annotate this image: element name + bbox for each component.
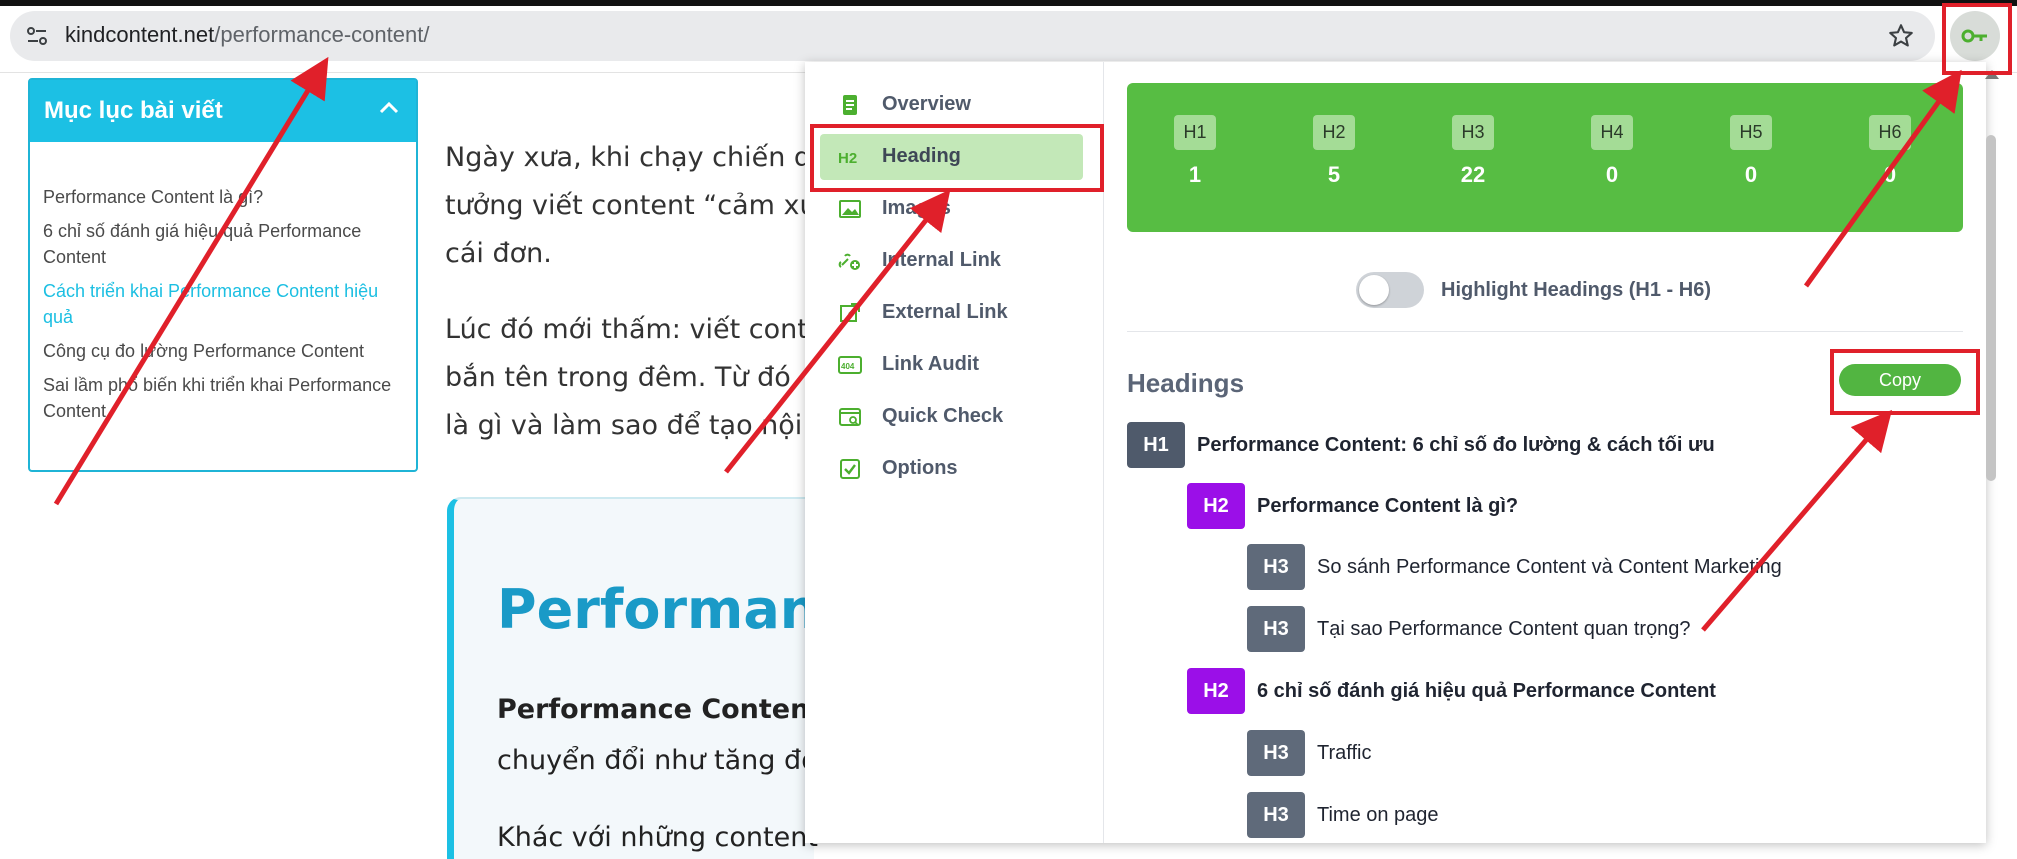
heading-text: 6 chỉ số đánh giá hiệu quả Performance C… bbox=[1257, 680, 1716, 702]
nav-item-quick-check[interactable]: Quick Check bbox=[820, 394, 1083, 440]
toc-title: Mục lục bài viết bbox=[44, 97, 223, 124]
heading-level-badge: H1 bbox=[1127, 422, 1185, 468]
heading-count-h4: H4 0 bbox=[1582, 115, 1642, 188]
heading-count-h1: H1 1 bbox=[1165, 115, 1225, 188]
nav-item-external-link[interactable]: External Link bbox=[820, 290, 1083, 336]
annotation-box-copy bbox=[1830, 349, 1980, 415]
heading-count: 1 bbox=[1188, 162, 1202, 187]
heading-level-badge: H3 bbox=[1247, 792, 1305, 838]
toc-item[interactable]: Công cụ đo lường Performance Content bbox=[43, 338, 403, 364]
article-intro-card bbox=[447, 497, 814, 859]
nav-label: Internal Link bbox=[882, 249, 1001, 271]
heading-level-badge: H3 bbox=[1247, 606, 1305, 652]
article-paragraph-line: là gì và làm sao để tạo nội du bbox=[445, 410, 846, 441]
chevron-up-icon[interactable] bbox=[378, 100, 400, 121]
heading-text: Performance Content là gì? bbox=[1257, 495, 1519, 517]
heading-count: 0 bbox=[1605, 162, 1619, 187]
heading-count: 5 bbox=[1327, 162, 1341, 187]
heading-count-h3: H3 22 bbox=[1443, 115, 1503, 188]
heading-text: Time on page bbox=[1317, 804, 1439, 826]
heading-count-h2: H2 5 bbox=[1304, 115, 1364, 188]
heading-level-tag: H2 bbox=[1313, 115, 1355, 150]
article-paragraph-line: bắn tên trong đêm. Từ đó, m bbox=[445, 362, 835, 393]
heading-count: 22 bbox=[1460, 162, 1486, 187]
heading-level-badge: H3 bbox=[1247, 730, 1305, 776]
image-icon bbox=[839, 200, 861, 218]
nav-item-options[interactable]: Options bbox=[820, 446, 1083, 492]
nav-label: Quick Check bbox=[882, 405, 1004, 427]
heading-count: 0 bbox=[1744, 162, 1758, 187]
highlight-headings-label: Highlight Headings (H1 - H6) bbox=[1441, 279, 1711, 301]
nav-label: Link Audit bbox=[882, 353, 980, 375]
article-paragraph-line: Lúc đó mới thấm: viết conten bbox=[445, 314, 842, 345]
scrollbar-thumb[interactable] bbox=[1986, 135, 1996, 481]
article-intro-line: Performance Content là bbox=[497, 694, 855, 725]
article-intro-line: chuyển đổi như tăng đơn bbox=[497, 745, 835, 776]
heading-level-tag: H3 bbox=[1452, 115, 1494, 150]
404-icon: 404 bbox=[838, 356, 862, 374]
article-paragraph-line: Ngày xưa, khi chạy chiến dịc bbox=[445, 142, 834, 173]
site-info-icon[interactable] bbox=[24, 23, 50, 49]
article-intro-line: Khác với những content bbox=[497, 822, 818, 853]
url-path: /performance-content/ bbox=[214, 22, 430, 47]
quick-check-icon bbox=[839, 408, 861, 426]
address-bar[interactable]: kindcontent.net/performance-content/ bbox=[10, 11, 1935, 61]
url-text[interactable]: kindcontent.net/performance-content/ bbox=[65, 22, 429, 48]
annotation-box-heading-tab bbox=[810, 124, 1104, 192]
heading-count: 0 bbox=[1883, 162, 1897, 187]
toc-item[interactable]: Performance Content là gì? bbox=[43, 184, 403, 210]
heading-count-h6: H6 0 bbox=[1860, 115, 1920, 188]
link-plus-icon bbox=[838, 253, 860, 270]
window-top-edge bbox=[0, 0, 2017, 6]
toggle-knob bbox=[1359, 275, 1389, 305]
toc-list: Performance Content là gì? 6 chỉ số đánh… bbox=[43, 184, 403, 432]
bookmark-star-icon[interactable] bbox=[1887, 22, 1915, 50]
heading-level-tag: H6 bbox=[1869, 115, 1911, 150]
url-domain: kindcontent.net bbox=[65, 22, 215, 47]
annotation-box-extension bbox=[1942, 3, 2012, 75]
heading-level-tag: H1 bbox=[1174, 115, 1216, 150]
heading-text: Performance Content: 6 chỉ số đo lường &… bbox=[1197, 434, 1715, 456]
404-icon-text: 404 bbox=[841, 362, 855, 371]
nav-label: Images bbox=[882, 197, 951, 219]
heading-level-tag: H5 bbox=[1730, 115, 1772, 150]
heading-panel: H1 1 H2 5 H3 22 H4 0 H5 0 H6 0 Highlight Headi… bbox=[1104, 62, 1986, 843]
external-link-icon bbox=[840, 303, 860, 322]
toc-item[interactable]: Sai lầm phổ biến khi triển khai Performa… bbox=[43, 372, 403, 424]
nav-item-images[interactable]: Images bbox=[820, 186, 1083, 232]
heading-count-h5: H5 0 bbox=[1721, 115, 1781, 188]
section-divider bbox=[1127, 331, 1963, 332]
toc-header[interactable]: Mục lục bài viết bbox=[30, 80, 416, 142]
heading-level-badge: H2 bbox=[1187, 668, 1245, 714]
heading-level-badge: H3 bbox=[1247, 544, 1305, 590]
heading-text: Tại sao Performance Content quan trọng? bbox=[1317, 618, 1691, 640]
heading-level-tag: H4 bbox=[1591, 115, 1633, 150]
nav-label: Options bbox=[882, 457, 958, 479]
headings-section-title: Headings bbox=[1127, 368, 1245, 398]
nav-label: External Link bbox=[882, 301, 1008, 323]
nav-item-overview[interactable]: Overview bbox=[820, 82, 1083, 128]
article-bold-term: Performance Content bbox=[497, 694, 823, 725]
heading-count-summary: H1 1 H2 5 H3 22 H4 0 H5 0 H6 0 bbox=[1127, 83, 1963, 232]
nav-label: Overview bbox=[882, 93, 971, 115]
table-of-contents: Mục lục bài viết Performance Content là … bbox=[28, 78, 418, 472]
heading-level-badge: H2 bbox=[1187, 483, 1245, 529]
document-icon bbox=[843, 95, 857, 115]
article-paragraph-line: tưởng viết content “cảm xúc bbox=[445, 190, 832, 221]
checkbox-icon bbox=[840, 459, 860, 479]
toc-item-active[interactable]: Cách triển khai Performance Content hiệu… bbox=[43, 278, 403, 330]
heading-text: So sánh Performance Content và Content M… bbox=[1317, 556, 1782, 578]
nav-item-link-audit[interactable]: 404 Link Audit bbox=[820, 342, 1083, 388]
toc-item[interactable]: 6 chỉ số đánh giá hiệu quả Performance C… bbox=[43, 218, 403, 270]
highlight-headings-toggle[interactable] bbox=[1356, 272, 1424, 308]
heading-text: Traffic bbox=[1317, 742, 1372, 764]
nav-item-internal-link[interactable]: Internal Link bbox=[820, 238, 1083, 284]
article-paragraph-line: cái đơn. bbox=[445, 238, 552, 269]
